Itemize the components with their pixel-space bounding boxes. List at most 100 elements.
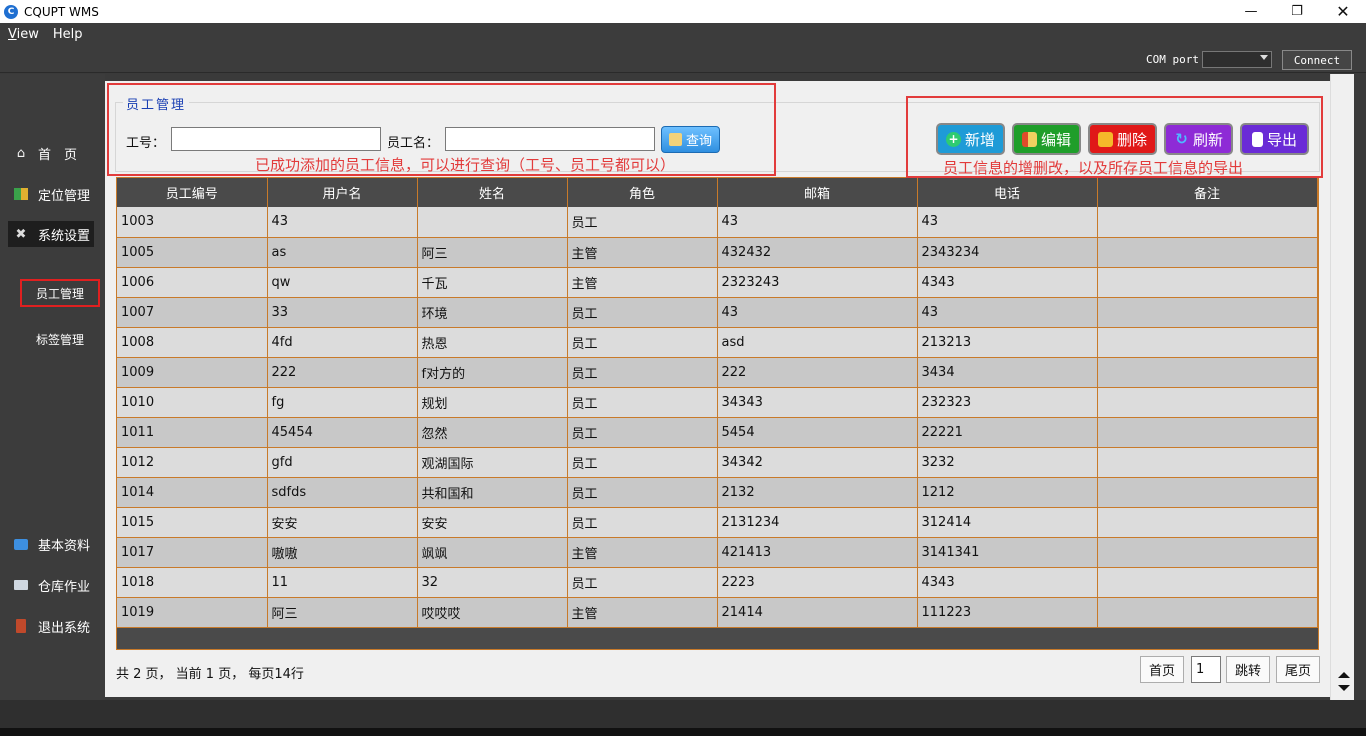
table-cell[interactable]: 主管 (567, 267, 718, 298)
table-cell[interactable]: 1003 (117, 207, 268, 238)
table-cell[interactable]: 飒飒 (417, 537, 568, 568)
table-cell[interactable]: 1015 (117, 507, 268, 538)
table-cell[interactable]: 2343234 (917, 237, 1098, 268)
table-cell[interactable]: 34342 (717, 447, 918, 478)
table-cell[interactable]: 安安 (417, 507, 568, 538)
table-cell[interactable] (1097, 597, 1318, 628)
table-cell[interactable]: 主管 (567, 237, 718, 268)
table-cell[interactable]: sdfds (267, 477, 418, 508)
sidebar-item-employee[interactable]: 员工管理 (20, 279, 100, 307)
table-cell[interactable]: 111223 (917, 597, 1098, 628)
table-cell[interactable]: 员工 (567, 447, 718, 478)
minimize-icon[interactable]: — (1228, 0, 1274, 23)
table-cell[interactable] (1097, 357, 1318, 388)
table-cell[interactable]: 4343 (917, 567, 1098, 598)
table-cell[interactable]: 员工 (567, 417, 718, 448)
page-number-input[interactable]: 1 (1191, 656, 1221, 683)
table-cell[interactable]: gfd (267, 447, 418, 478)
table-cell[interactable]: 员工 (567, 357, 718, 388)
table-cell[interactable] (1097, 567, 1318, 598)
table-cell[interactable]: 43 (267, 207, 418, 238)
table-cell[interactable]: 222 (717, 357, 918, 388)
table-cell[interactable]: 4fd (267, 327, 418, 358)
table-cell[interactable]: 员工 (567, 387, 718, 418)
table-cell[interactable] (1097, 447, 1318, 478)
table-cell[interactable]: 主管 (567, 537, 718, 568)
table-row[interactable]: 1003 43 员工 43 43 (117, 207, 1318, 238)
column-header[interactable]: 姓名 (417, 178, 568, 207)
table-cell[interactable]: 1007 (117, 297, 268, 328)
table-cell[interactable]: 43 (917, 207, 1098, 238)
sidebar-item-exit[interactable]: 退出系统 (8, 613, 94, 639)
scroll-up-icon[interactable] (1338, 672, 1350, 678)
table-cell[interactable] (1097, 297, 1318, 328)
table-cell[interactable] (1097, 207, 1318, 238)
table-cell[interactable] (1097, 507, 1318, 538)
table-cell[interactable]: 5454 (717, 417, 918, 448)
table-cell[interactable] (1097, 387, 1318, 418)
com-port-select[interactable] (1202, 51, 1272, 68)
table-row[interactable]: 1019 阿三 哎哎哎 主管 21414 111223 (117, 597, 1318, 628)
table-cell[interactable] (1097, 267, 1318, 298)
close-icon[interactable]: ✕ (1320, 0, 1366, 23)
table-cell[interactable]: 4343 (917, 267, 1098, 298)
table-cell[interactable]: 1011 (117, 417, 268, 448)
table-cell[interactable]: qw (267, 267, 418, 298)
table-cell[interactable]: 1012 (117, 447, 268, 478)
first-page-button[interactable]: 首页 (1140, 656, 1184, 683)
column-header[interactable]: 员工编号 (117, 178, 268, 207)
table-cell[interactable]: 安安 (267, 507, 418, 538)
table-cell[interactable]: asd (717, 327, 918, 358)
table-row[interactable]: 1005 as 阿三 主管 432432 2343234 (117, 237, 1318, 268)
table-cell[interactable] (1097, 327, 1318, 358)
table-row[interactable]: 1010 fg 规划 员工 34343 232323 (117, 387, 1318, 418)
table-cell[interactable]: 阿三 (267, 597, 418, 628)
table-cell[interactable] (1097, 237, 1318, 268)
table-cell[interactable] (1097, 537, 1318, 568)
menu-help[interactable]: Help (53, 27, 83, 42)
table-cell[interactable]: 43 (717, 297, 918, 328)
sidebar-item-warehouse[interactable]: 仓库作业 (8, 572, 94, 598)
sidebar-item-location[interactable]: 定位管理 (8, 181, 94, 207)
column-header[interactable]: 电话 (917, 178, 1098, 207)
table-cell[interactable]: 1019 (117, 597, 268, 628)
table-cell[interactable]: 1006 (117, 267, 268, 298)
table-cell[interactable]: 34343 (717, 387, 918, 418)
table-cell[interactable] (417, 207, 568, 238)
table-cell[interactable] (1097, 417, 1318, 448)
table-cell[interactable]: 嗷嗷 (267, 537, 418, 568)
table-cell[interactable]: 2132 (717, 477, 918, 508)
table-cell[interactable]: 1018 (117, 567, 268, 598)
table-cell[interactable]: 环境 (417, 297, 568, 328)
table-cell[interactable]: 1009 (117, 357, 268, 388)
table-cell[interactable]: 员工 (567, 297, 718, 328)
table-cell[interactable]: 1008 (117, 327, 268, 358)
menu-view[interactable]: View (8, 27, 39, 42)
maximize-icon[interactable]: ❐ (1274, 0, 1320, 23)
table-cell[interactable]: 1212 (917, 477, 1098, 508)
table-cell[interactable]: 1010 (117, 387, 268, 418)
table-cell[interactable]: 主管 (567, 597, 718, 628)
vertical-scrollbar[interactable] (1330, 74, 1354, 700)
table-row[interactable]: 1006 qw 千瓦 主管 2323243 4343 (117, 267, 1318, 298)
table-row[interactable]: 1007 33 环境 员工 43 43 (117, 297, 1318, 328)
table-cell[interactable]: 32 (417, 567, 568, 598)
table-cell[interactable]: 33 (267, 297, 418, 328)
table-cell[interactable]: as (267, 237, 418, 268)
table-cell[interactable]: 421413 (717, 537, 918, 568)
table-cell[interactable]: 2131234 (717, 507, 918, 538)
column-header[interactable]: 用户名 (267, 178, 418, 207)
connect-button[interactable]: Connect (1282, 50, 1352, 70)
table-cell[interactable]: 员工 (567, 507, 718, 538)
table-cell[interactable]: 哎哎哎 (417, 597, 568, 628)
table-row[interactable]: 1008 4fd 热恩 员工 asd 213213 (117, 327, 1318, 358)
table-cell[interactable]: 222 (267, 357, 418, 388)
table-cell[interactable]: 热恩 (417, 327, 568, 358)
table-cell[interactable]: 阿三 (417, 237, 568, 268)
table-cell[interactable]: 员工 (567, 567, 718, 598)
table-cell[interactable]: 忽然 (417, 417, 568, 448)
table-cell[interactable]: 45454 (267, 417, 418, 448)
table-cell[interactable]: 员工 (567, 327, 718, 358)
table-cell[interactable]: 2223 (717, 567, 918, 598)
table-cell[interactable]: 共和国和 (417, 477, 568, 508)
